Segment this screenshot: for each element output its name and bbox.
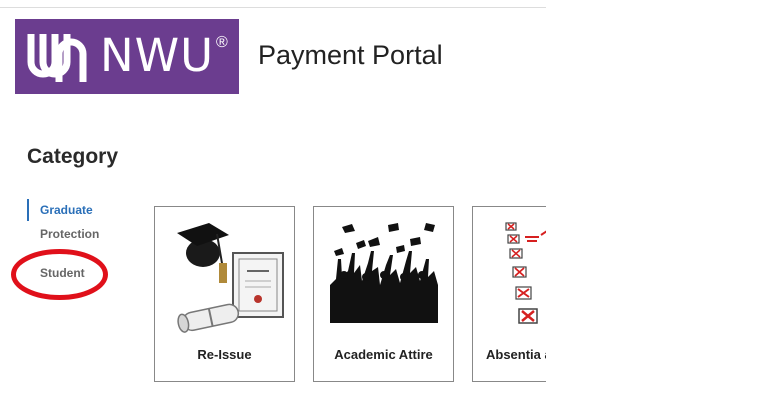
category-heading: Category xyxy=(27,145,119,168)
celebrating-crowd-icon xyxy=(330,223,438,323)
category-item-protection[interactable]: Protection xyxy=(27,223,117,245)
top-divider xyxy=(0,7,546,8)
logo-text: NWU xyxy=(100,29,215,82)
nwu-emblem-icon xyxy=(27,34,87,82)
page-title: Payment Portal xyxy=(258,40,443,70)
card-re-issue[interactable]: Re-Issue xyxy=(154,206,295,382)
registered-mark: ® xyxy=(216,34,228,51)
checklist-icon xyxy=(505,222,546,324)
card-label-re-issue: Re-Issue xyxy=(197,347,252,362)
card-label-academic-attire: Academic Attire xyxy=(334,347,433,362)
card-label-absentia: Absentia a xyxy=(486,347,546,362)
graduation-cap-diploma-icon xyxy=(177,223,284,333)
category-item-graduate[interactable]: Graduate xyxy=(27,199,117,221)
card-carousel: Re-Issue Academic Attire Absentia a xyxy=(150,200,546,402)
card-absentia[interactable]: Absentia a xyxy=(472,206,546,382)
red-annotation-circle xyxy=(11,249,108,300)
nwu-logo[interactable]: NWU ® xyxy=(15,19,239,94)
card-academic-attire[interactable]: Academic Attire xyxy=(313,206,454,382)
